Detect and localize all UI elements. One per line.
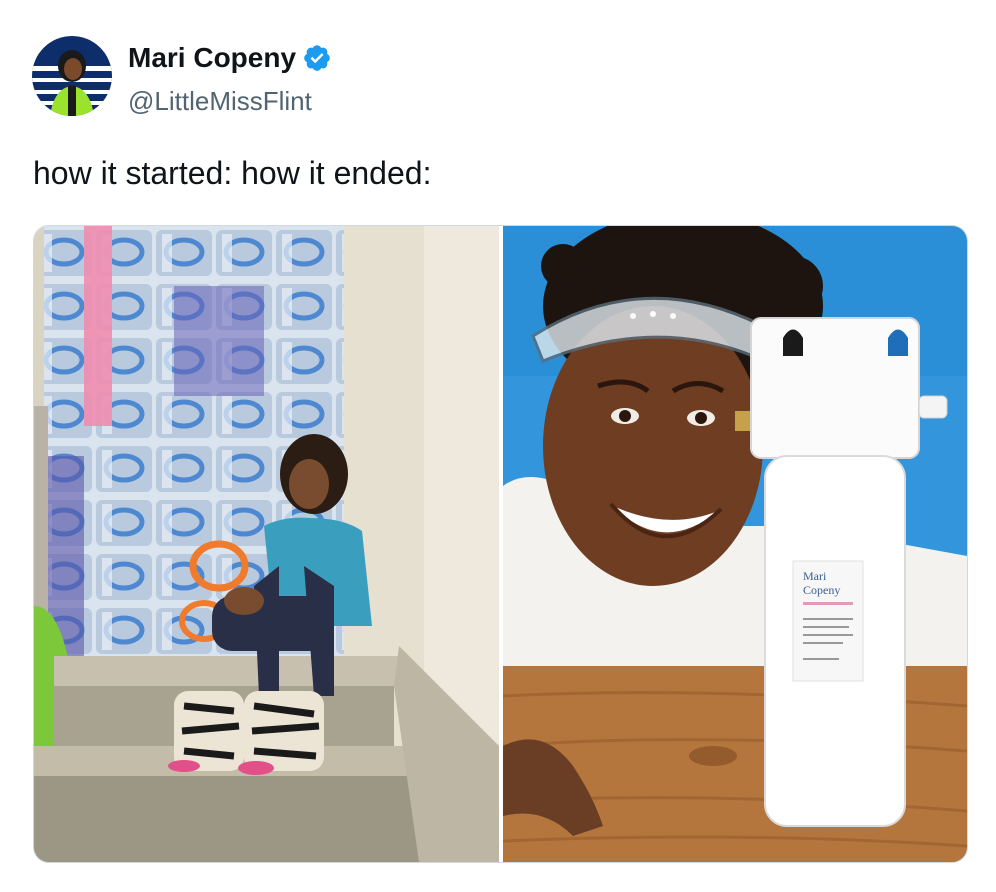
tweet: Mari Copeny @LittleMissFlint how it star…: [0, 0, 996, 892]
filter-label-line2: Copeny: [803, 583, 840, 597]
avatar-image: [32, 36, 112, 116]
photo-right-image: Mari Copeny: [503, 226, 967, 862]
filter-label-line1: Mari: [803, 569, 827, 583]
avatar[interactable]: [32, 36, 112, 116]
tweet-media: Mari Copeny: [33, 225, 968, 863]
author-display-name[interactable]: Mari Copeny: [128, 40, 296, 76]
photo-right[interactable]: Mari Copeny: [503, 226, 967, 862]
photo-left[interactable]: [34, 226, 499, 862]
verified-badge-icon: [304, 45, 330, 71]
author-name-row: Mari Copeny: [128, 40, 332, 76]
photo-left-image: [34, 226, 499, 862]
author-handle[interactable]: @LittleMissFlint: [128, 84, 312, 118]
tweet-text: how it started: how it ended:: [33, 155, 432, 191]
